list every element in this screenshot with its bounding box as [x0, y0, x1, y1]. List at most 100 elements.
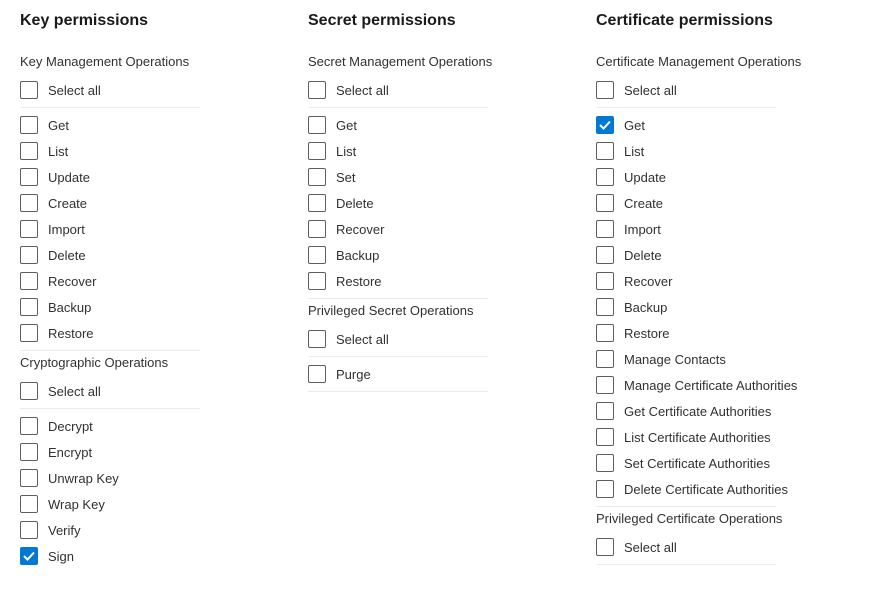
permission-checkbox[interactable]: Wrap Key — [20, 491, 260, 517]
select-all-checkbox[interactable]: Select all — [20, 378, 260, 404]
permission-checkbox[interactable]: List Certificate Authorities — [596, 424, 836, 450]
divider — [20, 408, 200, 409]
checkbox-label: Delete — [624, 248, 662, 263]
checkbox-icon — [20, 220, 38, 238]
column-title: Secret permissions — [308, 12, 548, 30]
checkbox-icon — [596, 538, 614, 556]
checkbox-icon — [20, 324, 38, 342]
checkbox-label: Restore — [624, 326, 670, 341]
checkbox-icon — [20, 469, 38, 487]
checkbox-label: Recover — [624, 274, 672, 289]
divider — [596, 506, 776, 507]
secret-mgmt-group: Secret Management Operations Select all … — [308, 54, 548, 299]
permission-checkbox[interactable]: Create — [596, 190, 836, 216]
checkbox-label: Backup — [624, 300, 667, 315]
checkbox-label: Delete Certificate Authorities — [624, 482, 788, 497]
permission-checkbox[interactable]: Delete Certificate Authorities — [596, 476, 836, 502]
checkbox-label: Select all — [48, 384, 101, 399]
permissions-columns: Key permissions Key Management Operation… — [20, 12, 854, 569]
select-all-checkbox[interactable]: Select all — [308, 326, 548, 352]
secret-permissions-column: Secret permissions Secret Management Ope… — [308, 12, 548, 569]
permission-checkbox[interactable]: Backup — [596, 294, 836, 320]
checkbox-icon — [596, 220, 614, 238]
crypto-ops-group: Cryptographic Operations Select all Decr… — [20, 355, 260, 569]
checkbox-label: Get — [48, 118, 69, 133]
checkbox-label: Select all — [336, 332, 389, 347]
permission-checkbox[interactable]: Delete — [596, 242, 836, 268]
permission-checkbox[interactable]: Backup — [20, 294, 260, 320]
permission-checkbox[interactable]: Import — [596, 216, 836, 242]
checkbox-icon — [596, 116, 614, 134]
column-title: Certificate permissions — [596, 12, 836, 30]
permission-checkbox[interactable]: Restore — [20, 320, 260, 346]
checkbox-label: Recover — [48, 274, 96, 289]
checkbox-label: Import — [48, 222, 85, 237]
key-permissions-column: Key permissions Key Management Operation… — [20, 12, 260, 569]
permission-checkbox[interactable]: Delete — [20, 242, 260, 268]
permission-checkbox[interactable]: List — [20, 138, 260, 164]
permission-checkbox[interactable]: Get — [20, 112, 260, 138]
divider — [308, 356, 488, 357]
permission-checkbox[interactable]: Verify — [20, 517, 260, 543]
permission-checkbox[interactable]: Get — [308, 112, 548, 138]
checkbox-label: Encrypt — [48, 445, 92, 460]
checkbox-icon — [20, 246, 38, 264]
group-title: Cryptographic Operations — [20, 355, 260, 370]
permission-checkbox[interactable]: Restore — [596, 320, 836, 346]
checkbox-label: Create — [48, 196, 87, 211]
permission-checkbox[interactable]: Import — [20, 216, 260, 242]
select-all-checkbox[interactable]: Select all — [596, 534, 836, 560]
permission-checkbox[interactable]: Create — [20, 190, 260, 216]
checkbox-label: Backup — [48, 300, 91, 315]
checkbox-label: List Certificate Authorities — [624, 430, 771, 445]
permission-checkbox[interactable]: Get — [596, 112, 836, 138]
permission-checkbox[interactable]: Purge — [308, 361, 548, 387]
checkbox-label: List — [336, 144, 356, 159]
checkbox-icon — [20, 382, 38, 400]
permission-checkbox[interactable]: Recover — [20, 268, 260, 294]
permission-checkbox[interactable]: Set Certificate Authorities — [596, 450, 836, 476]
checkbox-icon — [308, 194, 326, 212]
permission-checkbox[interactable]: Update — [596, 164, 836, 190]
permission-checkbox[interactable]: Encrypt — [20, 439, 260, 465]
checkbox-label: Get — [336, 118, 357, 133]
checkbox-label: List — [48, 144, 68, 159]
permission-checkbox[interactable]: Recover — [596, 268, 836, 294]
permission-checkbox[interactable]: List — [308, 138, 548, 164]
permission-checkbox[interactable]: Manage Contacts — [596, 346, 836, 372]
checkbox-label: Purge — [336, 367, 371, 382]
checkbox-icon — [308, 168, 326, 186]
permission-checkbox[interactable]: Backup — [308, 242, 548, 268]
permission-checkbox[interactable]: Get Certificate Authorities — [596, 398, 836, 424]
checkbox-icon — [308, 142, 326, 160]
checkbox-label: Delete — [336, 196, 374, 211]
checkbox-label: Manage Contacts — [624, 352, 726, 367]
permission-checkbox[interactable]: Manage Certificate Authorities — [596, 372, 836, 398]
checkbox-icon — [308, 272, 326, 290]
column-title: Key permissions — [20, 12, 260, 30]
permission-checkbox[interactable]: Recover — [308, 216, 548, 242]
checkbox-icon — [20, 272, 38, 290]
permission-checkbox[interactable]: Sign — [20, 543, 260, 569]
checkbox-icon — [20, 194, 38, 212]
permission-checkbox[interactable]: Update — [20, 164, 260, 190]
divider — [308, 391, 488, 392]
permission-checkbox[interactable]: Decrypt — [20, 413, 260, 439]
checkbox-icon — [20, 547, 38, 565]
permission-checkbox[interactable]: Restore — [308, 268, 548, 294]
checkbox-icon — [308, 246, 326, 264]
permission-checkbox[interactable]: Delete — [308, 190, 548, 216]
permission-checkbox[interactable]: Set — [308, 164, 548, 190]
permission-checkbox[interactable]: Unwrap Key — [20, 465, 260, 491]
checkbox-icon — [596, 168, 614, 186]
divider — [596, 107, 776, 108]
checkbox-label: Select all — [336, 83, 389, 98]
permission-checkbox[interactable]: List — [596, 138, 836, 164]
checkbox-label: Create — [624, 196, 663, 211]
select-all-checkbox[interactable]: Select all — [308, 77, 548, 103]
cert-mgmt-group: Certificate Management Operations Select… — [596, 54, 836, 507]
divider — [308, 298, 488, 299]
select-all-checkbox[interactable]: Select all — [20, 77, 260, 103]
select-all-checkbox[interactable]: Select all — [596, 77, 836, 103]
group-title: Certificate Management Operations — [596, 54, 836, 69]
